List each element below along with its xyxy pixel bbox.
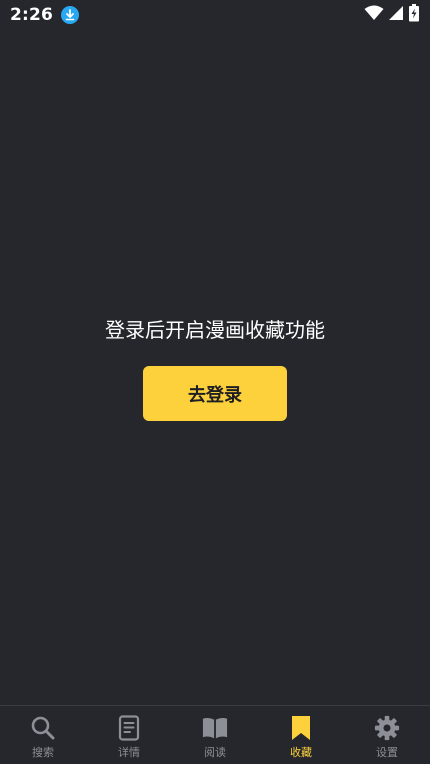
bottom-navigation: 搜索 详情 阅读 收藏 设置 xyxy=(0,705,430,764)
download-icon xyxy=(61,6,80,24)
nav-label-settings: 设置 xyxy=(376,746,398,759)
status-bar: 2:26 xyxy=(0,0,430,30)
nav-item-search[interactable]: 搜索 xyxy=(0,706,86,764)
favorites-content: 登录后开启漫画收藏功能 去登录 xyxy=(0,30,430,704)
search-icon xyxy=(30,715,56,741)
battery-icon xyxy=(408,4,420,26)
nav-item-details[interactable]: 详情 xyxy=(86,706,172,764)
nav-item-read[interactable]: 阅读 xyxy=(172,706,258,764)
login-button[interactable]: 去登录 xyxy=(143,366,287,421)
nav-label-details: 详情 xyxy=(118,746,140,759)
gear-icon xyxy=(374,715,400,741)
cellular-signal-icon xyxy=(388,5,404,25)
status-right xyxy=(364,4,420,26)
nav-item-settings[interactable]: 设置 xyxy=(344,706,430,764)
nav-item-favorites[interactable]: 收藏 xyxy=(258,706,344,764)
status-left: 2:26 xyxy=(10,5,80,25)
document-icon xyxy=(116,715,142,741)
nav-label-search: 搜索 xyxy=(32,746,54,759)
nav-label-read: 阅读 xyxy=(204,746,226,759)
wifi-icon xyxy=(364,5,384,25)
book-icon xyxy=(202,715,228,741)
nav-label-favorites: 收藏 xyxy=(290,746,312,759)
bookmark-icon xyxy=(288,715,314,741)
login-prompt-message: 登录后开启漫画收藏功能 xyxy=(105,318,325,342)
status-time: 2:26 xyxy=(10,5,54,25)
